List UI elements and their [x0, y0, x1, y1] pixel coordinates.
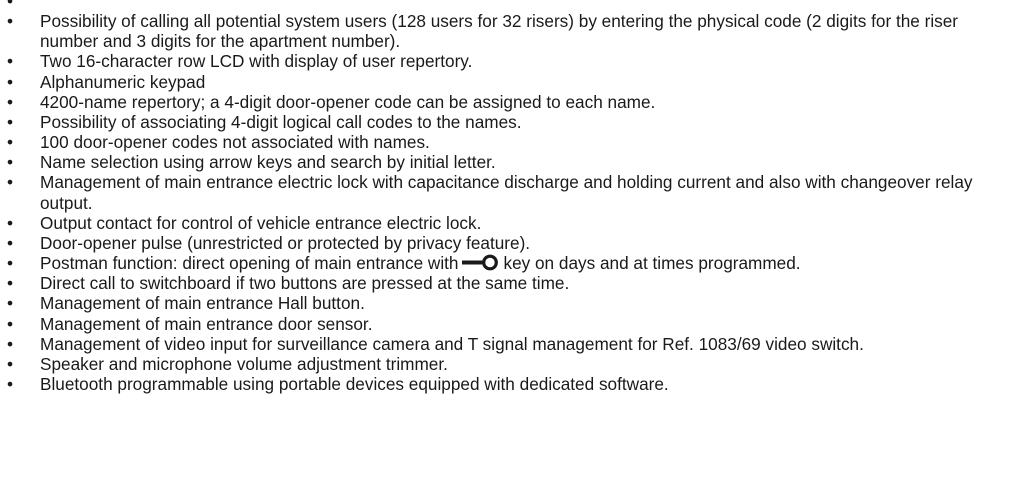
list-item: • Name selection using arrow keys and sea…	[0, 152, 1021, 172]
bullet: •	[6, 111, 14, 132]
list-item-text: Possibility of calling all potential sys…	[40, 11, 959, 52]
list-item-text: key on days and at times programmed.	[503, 253, 801, 274]
list-item-text: Door-opener pulse (unrestricted or prote…	[40, 232, 531, 253]
list-item: • Speaker and microphone volume adjustmen…	[0, 354, 1021, 374]
list-item: •	[0, 0, 1021, 11]
bullet: •	[6, 152, 14, 173]
bullet: •	[6, 333, 14, 354]
list-item: • Management of main entrance electric lo…	[0, 172, 1021, 212]
list-item: • Management of video input for surveilla…	[0, 334, 1021, 354]
bullet: •	[6, 232, 14, 253]
list-item: • Management of main entrance Hall button…	[0, 293, 1021, 313]
list-item: • Management of main entrance door sensor…	[0, 314, 1021, 334]
list-item: • Door-opener pulse (unrestricted or prot…	[0, 233, 1021, 253]
list-item-text: Alphanumeric keypad	[40, 71, 206, 92]
list-item-text: Two 16-character row LCD with display of…	[40, 51, 473, 72]
list-item-text: 4200-name repertory; a 4-digit door-open…	[40, 91, 656, 112]
bullet: •	[6, 313, 14, 334]
list-item-text: 100 door-opener codes not associated wit…	[40, 132, 430, 153]
bullet: •	[6, 11, 14, 32]
bullet: •	[6, 71, 14, 92]
bullet: •	[6, 253, 14, 274]
list-item: • Two 16-character row LCD with display o…	[0, 51, 1021, 71]
bullet: •	[6, 132, 14, 153]
list-item-text: Name selection using arrow keys and sear…	[40, 152, 496, 173]
list-item-text: Management of main entrance Hall button.	[40, 293, 365, 314]
bullet: •	[6, 373, 14, 394]
list-item: • Postman function: direct opening of mai…	[0, 253, 1021, 273]
key-icon	[462, 254, 499, 271]
bullet: •	[6, 353, 14, 374]
list-item: • 100 door-opener codes not associated wi…	[0, 132, 1021, 152]
list-item: • 4200-name repertory; a 4-digit door-ope…	[0, 92, 1021, 112]
list-item-text: Possibility of associating 4-digit logic…	[40, 111, 522, 132]
list-item: • Direct call to switchboard if two butto…	[0, 273, 1021, 293]
bullet: •	[6, 273, 14, 294]
list-item-text: Management of main entrance electric loc…	[40, 172, 973, 213]
list-item: • Output contact for control of vehicle e…	[0, 213, 1021, 233]
list-item: • Possibility of associating 4-digit logi…	[0, 112, 1021, 132]
list-item: • Bluetooth programmable using portable d…	[0, 374, 1021, 394]
list-item-text: Direct call to switchboard if two button…	[40, 273, 570, 294]
bullet: •	[6, 91, 14, 112]
bullet: •	[6, 212, 14, 233]
list-item-text: Speaker and microphone volume adjustment…	[40, 353, 448, 374]
feature-list: • • Possibility of calling all potential …	[0, 0, 1021, 394]
bullet: •	[6, 51, 14, 72]
document-page: • • Possibility of calling all potential …	[0, 0, 1021, 394]
list-item: • Possibility of calling all potential sy…	[0, 11, 1021, 51]
list-item-text: Output contact for control of vehicle en…	[40, 212, 482, 233]
bullet: •	[6, 293, 14, 314]
bullet: •	[6, 0, 14, 11]
list-item-text: Postman function: direct opening of main…	[40, 253, 459, 274]
list-item-text: Management of main entrance door sensor.	[40, 313, 373, 334]
list-item: • Alphanumeric keypad	[0, 72, 1021, 92]
list-item-text: Management of video input for surveillan…	[40, 333, 864, 354]
list-item-text: Bluetooth programmable using portable de…	[40, 373, 669, 394]
bullet: •	[6, 172, 14, 193]
